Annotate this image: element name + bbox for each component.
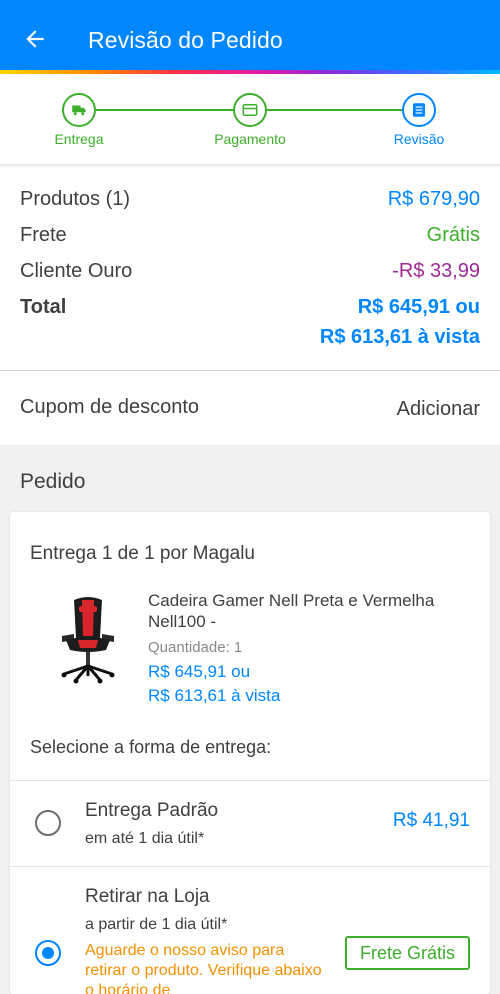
product-name[interactable]: Cadeira Gamer Nell Preta e Vermelha Nell…	[148, 590, 478, 632]
step-label-pagamento: Pagamento	[214, 131, 286, 147]
step-label-entrega: Entrega	[54, 131, 104, 147]
store-pickup-title[interactable]: Retirar na Loja	[85, 886, 210, 908]
summary-shipping-row: Frete Grátis	[20, 224, 480, 254]
divider	[10, 866, 490, 867]
gold-discount-value: -R$ 33,99	[392, 260, 480, 282]
product-quantity: Quantidade: 1	[148, 639, 243, 656]
store-pickup-warning: Aguarde o nosso aviso para retirar o pro…	[85, 942, 322, 994]
total-value: R$ 645,91 ou	[357, 296, 480, 318]
products-label: Produtos (1)	[20, 188, 131, 210]
standard-delivery-price: R$ 41,91	[392, 810, 470, 831]
gold-label: Cliente Ouro	[20, 260, 133, 282]
delivery-title: Entrega 1 de 1 por Magalu	[30, 543, 255, 564]
truck-icon	[72, 105, 86, 116]
store-pickup-radio[interactable]	[35, 940, 61, 966]
total-cash-value: R$ 613,61 à vista	[319, 326, 480, 348]
step-revisao[interactable]	[402, 93, 436, 127]
divider	[10, 780, 490, 781]
list-icon	[413, 103, 425, 117]
standard-delivery-radio[interactable]	[35, 810, 61, 836]
summary-products-row: Produtos (1) R$ 679,90	[20, 188, 480, 218]
store-pickup-eta: a partir de 1 dia útil*	[85, 916, 228, 933]
step-pagamento[interactable]	[233, 93, 267, 127]
free-shipping-badge: Frete Grátis	[345, 936, 470, 970]
page-title: Revisão do Pedido	[88, 27, 283, 53]
coupon-row[interactable]: Cupom de desconto Adicionar	[0, 371, 500, 445]
shipping-label: Frete	[20, 224, 67, 246]
coupon-label: Cupom de desconto	[20, 396, 200, 418]
product-image	[61, 597, 115, 684]
total-label: Total	[20, 296, 67, 318]
shipping-value: Grátis	[426, 224, 480, 246]
product-price-cash: R$ 613,61 à vista	[148, 686, 281, 705]
app-bar: Revisão do Pedido	[0, 0, 500, 72]
step-connector	[267, 109, 404, 111]
step-connector	[96, 109, 235, 111]
card-icon	[242, 104, 258, 116]
step-entrega[interactable]	[62, 93, 96, 127]
products-value: R$ 679,90	[387, 188, 480, 210]
summary-total-row: Total R$ 645,91 ou	[20, 296, 480, 326]
step-label-revisao: Revisão	[393, 131, 445, 147]
delivery-method-title: Selecione a forma de entrega:	[30, 737, 272, 757]
checkout-stepper: Entrega Pagamento Revisão	[0, 74, 500, 164]
standard-delivery-eta: em até 1 dia útil*	[85, 830, 205, 847]
summary-gold-row: Cliente Ouro -R$ 33,99	[20, 260, 480, 290]
order-summary: Produtos (1) R$ 679,90 Frete Grátis Clie…	[0, 168, 500, 370]
standard-delivery-title[interactable]: Entrega Padrão	[85, 800, 218, 822]
product-price: R$ 645,91 ou	[148, 662, 251, 681]
back-arrow-icon[interactable]	[22, 26, 48, 52]
delivery-card: Entrega 1 de 1 por Magalu Cadeira Gamer …	[10, 512, 490, 994]
add-coupon-button[interactable]: Adicionar	[397, 398, 480, 421]
order-section-title: Pedido	[20, 470, 86, 493]
